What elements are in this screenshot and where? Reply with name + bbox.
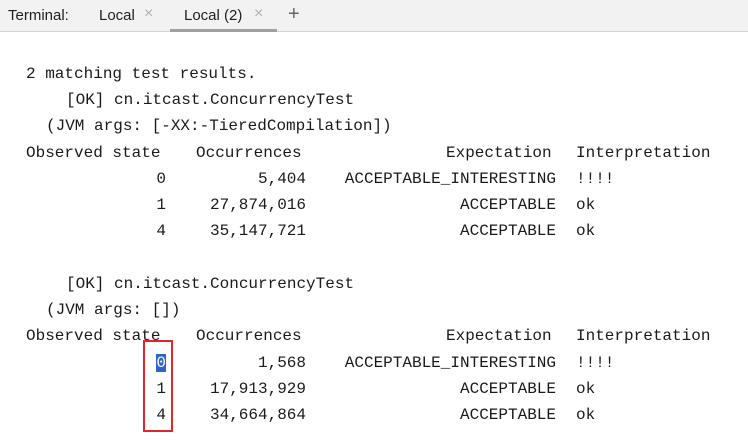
tab-label: Local	[99, 7, 135, 24]
result-status: [OK] cn.itcast.ConcurrencyTest	[66, 91, 355, 109]
interpretation-cell: ok	[576, 380, 596, 398]
occurrences-cell: 34,664,864	[209, 406, 306, 424]
add-tab-icon[interactable]: +	[288, 3, 300, 26]
interpretation-cell: ok	[576, 196, 596, 214]
terminal-label: Terminal:	[8, 7, 69, 24]
header-interpretation: Interpretation	[576, 144, 711, 162]
header-observed-state: Observed state	[26, 144, 161, 162]
state-cell: 4	[156, 222, 166, 240]
header-expectation: Expectation	[446, 144, 552, 162]
occurrences-cell: 17,913,929	[209, 380, 306, 398]
terminal-tab-bar: Terminal: Local × Local (2) × +	[0, 0, 748, 32]
header-observed-state: Observed state	[26, 327, 161, 345]
annotation-highlight-box	[143, 340, 173, 432]
header-interpretation: Interpretation	[576, 327, 711, 345]
header-expectation: Expectation	[446, 327, 552, 345]
expectation-cell: ACCEPTABLE_INTERESTING	[344, 354, 556, 372]
close-icon[interactable]: ×	[144, 5, 153, 23]
expectation-cell: ACCEPTABLE	[459, 222, 556, 240]
close-icon[interactable]: ×	[254, 5, 263, 23]
interpretation-cell: !!!!	[576, 354, 615, 372]
header-occurrences: Occurrences	[196, 327, 302, 345]
terminal-output[interactable]: 2 matching test results. [OK] cn.itcast.…	[0, 31, 748, 445]
jvm-args: (JVM args: [])	[46, 301, 181, 319]
expectation-cell: ACCEPTABLE	[459, 196, 556, 214]
occurrences-cell: 35,147,721	[209, 222, 306, 240]
state-cell: 0	[156, 170, 166, 188]
tab-local-2[interactable]: Local (2) ×	[170, 0, 277, 32]
occurrences-cell: 5,404	[257, 170, 306, 188]
summary-line: 2 matching test results.	[26, 65, 257, 83]
occurrences-cell: 27,874,016	[209, 196, 306, 214]
interpretation-cell: ok	[576, 406, 596, 424]
expectation-cell: ACCEPTABLE	[459, 380, 556, 398]
result-status: [OK] cn.itcast.ConcurrencyTest	[66, 275, 355, 293]
jvm-args: (JVM args: [-XX:-TieredCompilation])	[46, 117, 392, 135]
tab-local[interactable]: Local ×	[99, 0, 161, 31]
header-occurrences: Occurrences	[196, 144, 302, 162]
interpretation-cell: ok	[576, 222, 596, 240]
expectation-cell: ACCEPTABLE_INTERESTING	[344, 170, 556, 188]
interpretation-cell: !!!!	[576, 170, 615, 188]
expectation-cell: ACCEPTABLE	[459, 406, 556, 424]
tab-label: Local (2)	[184, 7, 243, 24]
state-cell: 1	[156, 196, 166, 214]
occurrences-cell: 1,568	[257, 354, 306, 372]
